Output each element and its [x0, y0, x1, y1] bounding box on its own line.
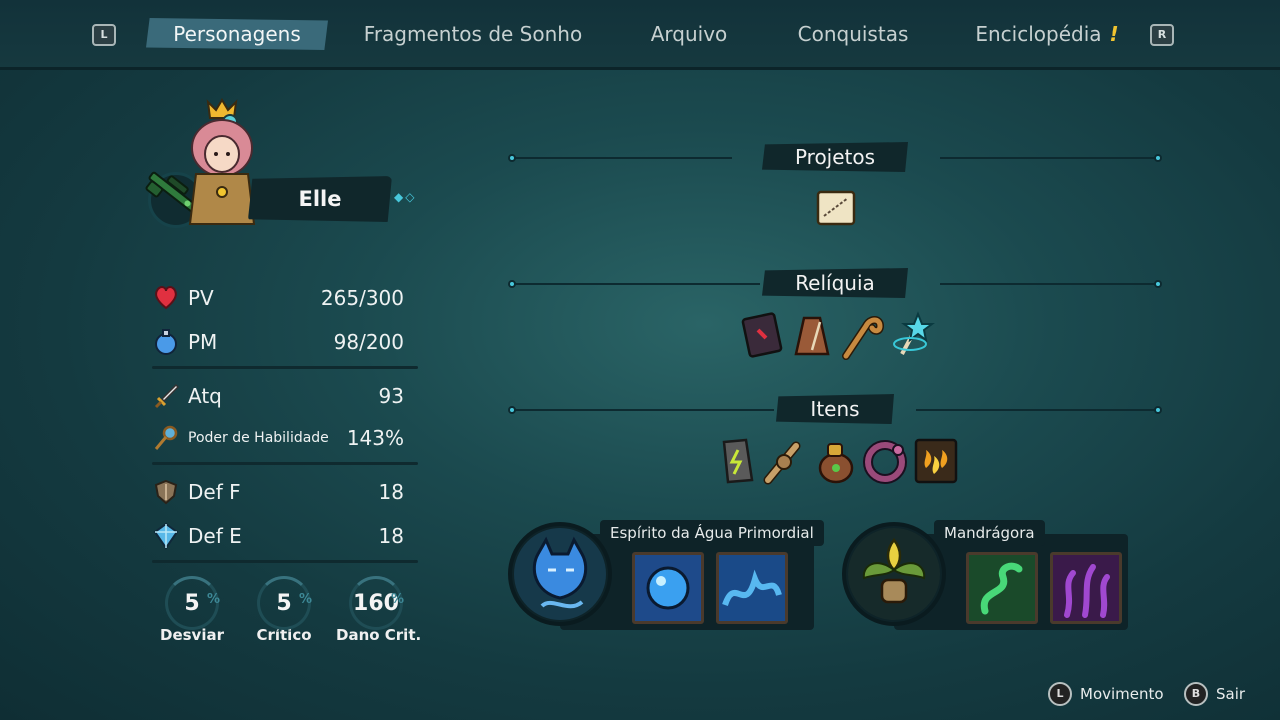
hint-label: Movimento [1080, 685, 1164, 703]
stat-label: PM [188, 330, 218, 354]
mana-potion-icon [155, 329, 177, 355]
divider-ornament [1154, 154, 1162, 162]
purple-tentacle-skill [1053, 555, 1119, 621]
stat-value: 18 [378, 524, 404, 548]
name-ornament: ◆◇ [394, 190, 417, 204]
new-content-alert-icon: ! [1109, 22, 1119, 46]
section-title-itens: Itens [776, 394, 894, 424]
stat-def-e: Def E 18 [152, 520, 404, 554]
metronome-icon[interactable] [790, 312, 834, 358]
blueprint-scroll-icon[interactable] [812, 184, 860, 232]
water-wave-skill [719, 555, 785, 621]
water-spirit-cat-icon[interactable] [508, 522, 612, 626]
sword-icon [154, 383, 180, 409]
section-divider-line [940, 157, 1158, 159]
tab-enciclopedia-label: Enciclopédia [975, 22, 1102, 46]
stat-label: Poder de Habilidade [188, 430, 329, 446]
red-book-icon[interactable] [740, 312, 784, 358]
rope-knot-icon[interactable] [762, 436, 808, 486]
pouch-icon[interactable] [812, 436, 858, 486]
hint-label: Sair [1216, 685, 1246, 703]
ring-stat-dano-crit: 160% Dano Crit. [336, 576, 421, 644]
shepherd-crook-icon[interactable] [838, 310, 886, 360]
divider-ornament [1154, 406, 1162, 414]
section-title-projetos: Projetos [762, 142, 908, 172]
stats-divider [152, 560, 418, 563]
shield-icon [154, 479, 178, 505]
section-divider-line [512, 409, 774, 411]
l-stick-button-icon: L [1048, 682, 1072, 706]
water-wave-icon[interactable] [716, 552, 788, 624]
ring-stat-desviar: 5% Desviar [152, 576, 232, 644]
section-divider-line [916, 409, 1158, 411]
top-navigation-bar: L Personagens Fragmentos de Sonho Arquiv… [0, 0, 1280, 70]
section-divider-line [512, 283, 760, 285]
ring-stat-value: 5% [257, 576, 312, 630]
star-wand-icon[interactable] [888, 310, 936, 360]
stat-value: 265/300 [320, 286, 404, 310]
b-button-icon: B [1184, 682, 1208, 706]
stat-pv: PV 265/300 [152, 282, 404, 316]
green-vine-icon[interactable] [966, 552, 1038, 624]
stat-value: 93 [378, 384, 404, 408]
stat-atq: Atq 93 [152, 380, 404, 414]
stat-value: 18 [378, 480, 404, 504]
stats-divider [152, 366, 418, 369]
tab-arquivo[interactable]: Arquivo [640, 18, 738, 50]
tab-enciclopedia[interactable]: Enciclopédia! [972, 18, 1122, 50]
tab-fragmentos-de-sonho[interactable]: Fragmentos de Sonho [360, 18, 586, 50]
elle-character-portrait [188, 98, 256, 225]
hint-movimento: L Movimento [1048, 682, 1164, 708]
stat-label: Def E [188, 524, 242, 548]
prev-tab-button-l[interactable]: L [92, 24, 116, 46]
stat-label: PV [188, 286, 214, 310]
next-tab-button-r[interactable]: R [1150, 24, 1174, 46]
stat-pm: PM 98/200 [152, 326, 404, 360]
water-spirit-portrait [514, 528, 606, 620]
green-vine-skill [969, 555, 1035, 621]
water-bubble-icon[interactable] [632, 552, 704, 624]
stat-value: 143% [346, 426, 404, 450]
companion-name: Espírito da Água Primordial [600, 520, 824, 546]
purple-tentacle-icon[interactable] [1050, 552, 1122, 624]
ring-stat-value: 5% [165, 576, 220, 630]
tab-conquistas[interactable]: Conquistas [790, 18, 916, 50]
stat-label: Atq [188, 384, 222, 408]
stat-def-f: Def F 18 [152, 476, 404, 510]
stats-divider [152, 462, 418, 465]
gem-shield-icon [153, 522, 179, 550]
divider-ornament [1154, 280, 1162, 288]
stat-value: 98/200 [333, 330, 404, 354]
section-divider-line [940, 283, 1158, 285]
ring-stat-critico: 5% Crítico [244, 576, 324, 644]
hint-sair[interactable]: B Sair [1184, 682, 1245, 708]
companion-name: Mandrágora [934, 520, 1045, 546]
ouroboros-ring-icon[interactable] [860, 436, 910, 486]
water-bubble-skill [635, 555, 701, 621]
section-title-reliquia: Relíquia [762, 268, 908, 298]
magic-wand-icon [154, 425, 178, 450]
tab-personagens[interactable]: Personagens [146, 18, 328, 50]
mandrake-icon[interactable] [842, 522, 946, 626]
stat-poder-de-habilidade: Poder de Habilidade 143% [152, 422, 404, 456]
ring-stat-value: 160% [349, 576, 404, 630]
section-divider-line [512, 157, 732, 159]
heart-icon [155, 286, 177, 310]
divider-ornament [508, 406, 516, 414]
mandrake-portrait [848, 528, 940, 620]
divider-ornament [508, 280, 516, 288]
lightning-rune-icon[interactable] [716, 436, 758, 486]
divider-ornament [508, 154, 516, 162]
character-name: Elle [248, 176, 392, 222]
stat-label: Def F [188, 480, 241, 504]
fire-scroll-icon[interactable] [912, 436, 960, 486]
